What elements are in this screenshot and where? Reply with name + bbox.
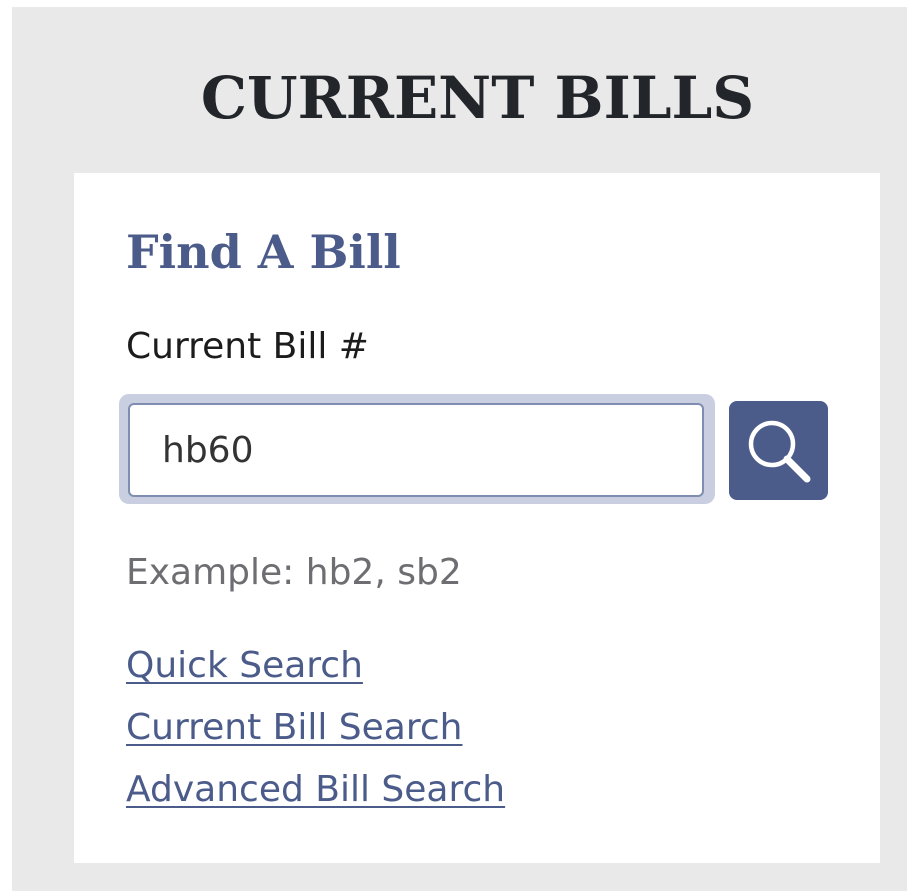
search-button[interactable]	[729, 401, 828, 500]
quick-search-link[interactable]: Quick Search	[126, 635, 505, 697]
current-bill-search-link[interactable]: Current Bill Search	[126, 697, 505, 759]
find-bill-card: Find A Bill Current Bill # Example: hb2,…	[74, 173, 880, 863]
find-bill-heading: Find A Bill	[126, 225, 401, 279]
search-links: Quick Search Current Bill Search Advance…	[126, 635, 505, 821]
bill-number-input[interactable]	[128, 403, 704, 497]
bill-number-focus-ring	[119, 394, 715, 504]
bill-number-example: Example: hb2, sb2	[126, 552, 462, 593]
current-bills-panel: CURRENT BILLS Find A Bill Current Bill #…	[12, 7, 907, 891]
advanced-bill-search-link[interactable]: Advanced Bill Search	[126, 759, 505, 821]
page-title: CURRENT BILLS	[200, 64, 755, 132]
bill-number-label: Current Bill #	[126, 326, 369, 367]
search-icon	[748, 420, 811, 483]
